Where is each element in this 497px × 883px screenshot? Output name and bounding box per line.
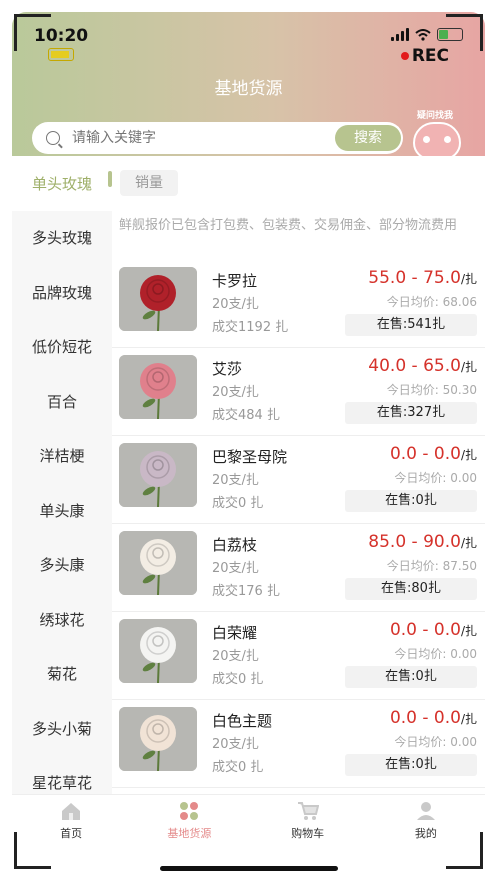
product-row[interactable]: 白荣耀 20支/扎 成交0 扎 0.0 - 0.0/扎 今日均价: 0.00 在…	[112, 612, 485, 700]
product-price: 0.0 - 0.0/扎	[389, 620, 477, 640]
sidebar-item-eustoma[interactable]: 洋桔梗	[12, 429, 112, 484]
product-row[interactable]: 艾莎 20支/扎 成交484 扎 40.0 - 65.0/扎 今日均价: 50.…	[112, 348, 485, 436]
tab-base-supply[interactable]: 基地货源	[130, 795, 248, 857]
product-average-price: 今日均价: 0.00	[394, 471, 477, 485]
product-name: 巴黎圣母院	[212, 448, 288, 466]
product-price: 40.0 - 65.0/扎	[368, 356, 477, 376]
sort-by-sales-button[interactable]: 销量	[120, 170, 178, 196]
product-average-price: 今日均价: 68.06	[386, 295, 477, 309]
page-title: 基地货源	[214, 79, 283, 99]
product-panel: 销量 鲜舰报价已包含打包费、包装费、交易佣金、部分物流费用 卡罗拉 20支/扎 …	[112, 156, 485, 794]
home-icon	[62, 803, 81, 820]
product-deal-count: 成交0 扎	[212, 496, 264, 511]
product-photo[interactable]	[119, 355, 197, 419]
frame-corner-top-left	[14, 14, 51, 51]
product-average-price: 今日均价: 50.30	[386, 383, 477, 397]
sidebar-item-low-price[interactable]: 低价短花	[12, 320, 112, 375]
product-list: 卡罗拉 20支/扎 成交1192 扎 55.0 - 75.0/扎 今日均价: 6…	[112, 260, 485, 794]
product-average-price: 今日均价: 0.00	[394, 647, 477, 661]
product-deal-count: 成交0 扎	[212, 672, 264, 687]
frame-corner-top-right	[446, 14, 483, 51]
price-notice: 鲜舰报价已包含打包费、包装费、交易佣金、部分物流费用	[119, 218, 458, 233]
bottom-tab-bar: 首页 基地货源 购物车 我的	[12, 794, 485, 857]
product-name: 白色主题	[212, 712, 273, 730]
product-deal-count: 成交0 扎	[212, 760, 264, 775]
wifi-icon	[415, 28, 431, 41]
product-photo[interactable]	[119, 707, 197, 771]
category-sidebar: 单头玫瑰 多头玫瑰 品牌玫瑰 低价短花 百合 洋桔梗 单头康 多头康 绣球花 菊…	[12, 156, 112, 794]
sidebar-item-multi-rose[interactable]: 多头玫瑰	[12, 211, 112, 266]
sidebar-item-brand-rose[interactable]: 品牌玫瑰	[12, 265, 112, 320]
product-spec: 20支/扎	[212, 297, 259, 312]
product-spec: 20支/扎	[212, 385, 259, 400]
home-indicator	[160, 866, 338, 871]
product-spec: 20支/扎	[212, 473, 259, 488]
product-row[interactable]: 白荔枝 20支/扎 成交176 扎 85.0 - 90.0/扎 今日均价: 87…	[112, 524, 485, 612]
sidebar-item-chrysanthemum[interactable]: 菊花	[12, 647, 112, 702]
product-stock-badge: 在售:541扎	[345, 314, 477, 336]
header: 10:20 REC 基地货源 搜索 疑问找我	[12, 12, 485, 160]
tab-cart[interactable]: 购物车	[249, 795, 367, 857]
recording-battery-icon	[48, 48, 74, 61]
search-button[interactable]: 搜索	[335, 125, 401, 151]
product-price: 0.0 - 0.0/扎	[389, 708, 477, 728]
product-average-price: 今日均价: 87.50	[386, 559, 477, 573]
rec-indicator: REC	[400, 46, 449, 66]
product-name: 卡罗拉	[212, 272, 258, 290]
product-photo[interactable]	[119, 267, 197, 331]
grid-icon	[180, 802, 199, 820]
help-mascot[interactable]: 疑问找我	[403, 108, 467, 160]
product-row[interactable]: 卡罗拉 20支/扎 成交1192 扎 55.0 - 75.0/扎 今日均价: 6…	[112, 260, 485, 348]
product-price: 55.0 - 75.0/扎	[368, 268, 477, 288]
sidebar-item-single-rose[interactable]: 单头玫瑰	[12, 156, 112, 211]
product-stock-badge: 在售:80扎	[345, 578, 477, 600]
sidebar-item-multi-carnation[interactable]: 多头康	[12, 538, 112, 593]
product-stock-badge: 在售:0扎	[345, 754, 477, 776]
search-input[interactable]	[70, 129, 314, 147]
product-stock-badge: 在售:0扎	[345, 666, 477, 688]
product-photo[interactable]	[119, 619, 197, 683]
product-price: 0.0 - 0.0/扎	[389, 444, 477, 464]
frame-corner-bottom-left	[14, 832, 51, 869]
sidebar-item-spray-mum[interactable]: 多头小菊	[12, 701, 112, 756]
mascot-label: 疑问找我	[416, 111, 453, 121]
product-price: 85.0 - 90.0/扎	[368, 532, 477, 552]
product-name: 白荔枝	[212, 536, 258, 554]
sidebar-item-single-carnation[interactable]: 单头康	[12, 483, 112, 538]
product-spec: 20支/扎	[212, 649, 259, 664]
product-average-price: 今日均价: 0.00	[394, 735, 477, 749]
product-spec: 20支/扎	[212, 561, 259, 576]
product-row[interactable]: 白色主题 20支/扎 成交0 扎 0.0 - 0.0/扎 今日均价: 0.00 …	[112, 700, 485, 788]
sidebar-item-hydrangea[interactable]: 绣球花	[12, 592, 112, 647]
user-icon	[416, 802, 435, 820]
mascot-face-icon	[413, 122, 461, 160]
product-name: 艾莎	[212, 360, 243, 378]
product-stock-badge: 在售:327扎	[345, 402, 477, 424]
frame-corner-bottom-right	[446, 832, 483, 869]
sidebar-item-filler-flowers[interactable]: 星花草花	[12, 756, 112, 795]
cart-icon	[297, 802, 319, 820]
product-deal-count: 成交1192 扎	[212, 320, 289, 335]
product-stock-badge: 在售:0扎	[345, 490, 477, 512]
sidebar-item-lily[interactable]: 百合	[12, 374, 112, 429]
search-bar: 搜索	[32, 122, 403, 154]
signal-icon	[391, 28, 409, 41]
product-deal-count: 成交176 扎	[212, 584, 280, 599]
product-deal-count: 成交484 扎	[212, 408, 280, 423]
search-icon	[46, 131, 60, 145]
product-spec: 20支/扎	[212, 737, 259, 752]
product-photo[interactable]	[119, 531, 197, 595]
product-photo[interactable]	[119, 443, 197, 507]
rec-dot-icon	[400, 52, 409, 60]
product-name: 白荣耀	[212, 624, 258, 642]
product-row[interactable]: 巴黎圣母院 20支/扎 成交0 扎 0.0 - 0.0/扎 今日均价: 0.00…	[112, 436, 485, 524]
